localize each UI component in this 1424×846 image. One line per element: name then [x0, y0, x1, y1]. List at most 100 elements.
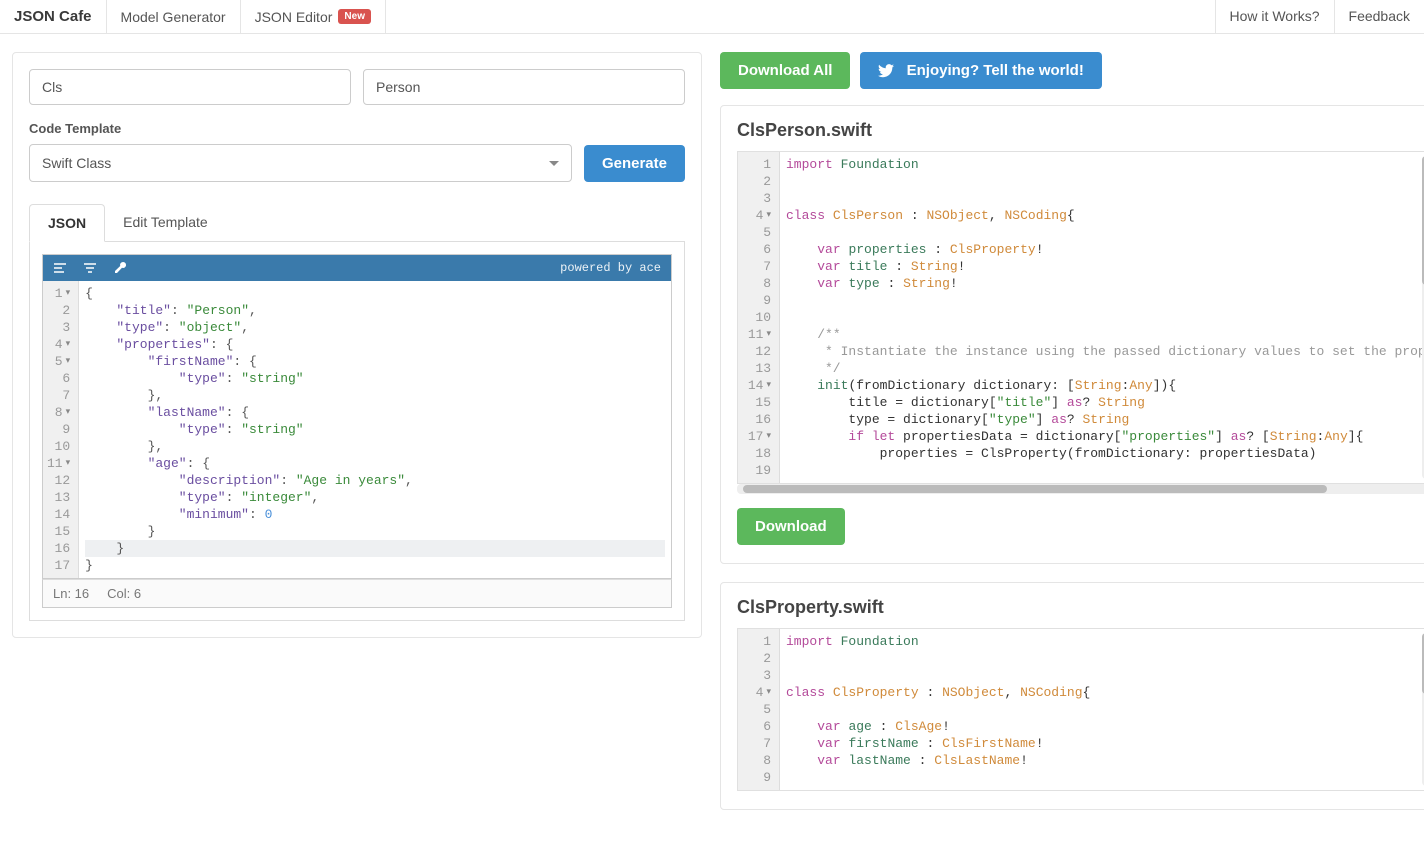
gutter-line: 8▾: [47, 404, 70, 421]
gutter-line: 9: [47, 421, 70, 438]
fold-icon[interactable]: ▾: [766, 326, 771, 343]
code-line: */: [786, 360, 1424, 377]
code-line: type = dictionary["type"] as? String: [786, 411, 1424, 428]
editor-toolbar: powered by ace: [43, 255, 671, 281]
code-line: init(fromDictionary dictionary: [String:…: [786, 377, 1424, 394]
code-line: class ClsProperty : NSObject, NSCoding{: [786, 684, 1424, 701]
sort-icon[interactable]: [83, 261, 97, 275]
gutter-line: 12: [47, 472, 70, 489]
code-line: title = dictionary["title"] as? String: [786, 394, 1424, 411]
gutter-line: 10: [742, 309, 771, 326]
tell-world-label: Enjoying? Tell the world!: [907, 62, 1084, 79]
code-line: var type : String!: [786, 275, 1424, 292]
download-all-button[interactable]: Download All: [720, 52, 850, 89]
code-line: var title : String!: [786, 258, 1424, 275]
twitter-icon: [878, 62, 898, 79]
gutter-line: 7: [47, 387, 70, 404]
config-card: Code Template Swift Class Generate JSON …: [12, 52, 702, 638]
code-line: }: [85, 523, 665, 540]
code-template-label: Code Template: [29, 121, 685, 136]
gutter-line: 16: [47, 540, 70, 557]
generate-button[interactable]: Generate: [584, 145, 685, 182]
code-line: "title": "Person",: [85, 302, 665, 319]
gutter-line: 4▾: [47, 336, 70, 353]
gutter-line: 8: [742, 752, 771, 769]
code-line: [786, 650, 1424, 667]
output-file-card: ClsPerson.swift 1234▾567891011▾121314▾15…: [720, 105, 1424, 564]
code-line: },: [85, 438, 665, 455]
fold-icon[interactable]: ▾: [66, 353, 71, 370]
fold-icon[interactable]: ▾: [766, 684, 771, 701]
gutter-line: 1▾: [47, 285, 70, 302]
json-editor[interactable]: 1▾234▾5▾678▾91011▾121314151617 { "title"…: [43, 281, 671, 578]
tab-json[interactable]: JSON: [29, 204, 105, 242]
fold-icon[interactable]: ▾: [766, 377, 771, 394]
new-badge: New: [338, 9, 371, 24]
brand-logo[interactable]: JSON Cafe: [0, 0, 107, 33]
code-line: import Foundation: [786, 156, 1424, 173]
code-line: "minimum": 0: [85, 506, 665, 523]
nav-how-it-works[interactable]: How it Works?: [1215, 0, 1334, 33]
tab-edit-template[interactable]: Edit Template: [105, 204, 226, 241]
gutter-line: 2: [742, 173, 771, 190]
code-line: "firstName": {: [85, 353, 665, 370]
fold-icon[interactable]: ▾: [66, 455, 71, 472]
gutter-line: 1: [742, 156, 771, 173]
gutter-line: 3: [742, 667, 771, 684]
code-line: [786, 173, 1424, 190]
code-line: /**: [786, 326, 1424, 343]
gutter-line: 7: [742, 258, 771, 275]
fold-icon[interactable]: ▾: [766, 207, 771, 224]
json-editor-panel: powered by ace 1▾234▾5▾678▾91011▾1213141…: [29, 242, 685, 621]
prefix-input[interactable]: [29, 69, 351, 105]
code-line: }: [85, 557, 665, 574]
gutter-line: 15: [742, 394, 771, 411]
code-line: {: [85, 285, 665, 302]
gutter-line: 14▾: [742, 377, 771, 394]
code-line: [786, 462, 1424, 479]
nav-json-editor-label: JSON Editor: [255, 9, 333, 25]
gutter-line: 2: [47, 302, 70, 319]
code-template-select[interactable]: Swift Class: [29, 144, 572, 182]
nav-model-generator[interactable]: Model Generator: [107, 0, 241, 33]
fold-icon[interactable]: ▾: [66, 285, 71, 302]
wrench-icon[interactable]: [113, 261, 127, 275]
gutter-line: 3: [47, 319, 70, 336]
fold-icon[interactable]: ▾: [766, 428, 771, 445]
code-line: },: [85, 387, 665, 404]
code-line: var firstName : ClsFirstName!: [786, 735, 1424, 752]
code-line: var lastName : ClsLastName!: [786, 752, 1424, 769]
gutter-line: 19: [742, 462, 771, 479]
gutter-line: 6: [47, 370, 70, 387]
code-line: var age : ClsAge!: [786, 718, 1424, 735]
gutter-line: 13: [47, 489, 70, 506]
code-template-value: Swift Class: [42, 155, 111, 171]
scrollbar-horizontal[interactable]: [737, 484, 1424, 494]
format-icon[interactable]: [53, 261, 67, 275]
fold-icon[interactable]: ▾: [66, 336, 71, 353]
nav-feedback[interactable]: Feedback: [1334, 0, 1424, 33]
gutter-line: 5: [742, 224, 771, 241]
file-title: ClsProperty.swift: [737, 597, 1424, 618]
code-line: import Foundation: [786, 633, 1424, 650]
gutter-line: 15: [47, 523, 70, 540]
gutter-line: 13: [742, 360, 771, 377]
gutter-line: 12: [742, 343, 771, 360]
status-line: Ln: 16: [53, 586, 89, 601]
fold-icon[interactable]: ▾: [66, 404, 71, 421]
code-line: [786, 224, 1424, 241]
code-line: "description": "Age in years",: [85, 472, 665, 489]
root-class-input[interactable]: [363, 69, 685, 105]
code-line: [786, 701, 1424, 718]
code-line: "properties": {: [85, 336, 665, 353]
tell-world-button[interactable]: Enjoying? Tell the world!: [860, 52, 1101, 89]
code-line: [786, 667, 1424, 684]
download-button[interactable]: Download: [737, 508, 845, 545]
gutter-line: 7: [742, 735, 771, 752]
gutter-line: 5: [742, 701, 771, 718]
file-code-viewer[interactable]: 1234▾56789 import Foundation class ClsPr…: [737, 628, 1424, 791]
code-line: class ClsPerson : NSObject, NSCoding{: [786, 207, 1424, 224]
nav-json-editor[interactable]: JSON Editor New: [241, 0, 386, 33]
editor-tabs: JSON Edit Template: [29, 204, 685, 242]
file-code-viewer[interactable]: 1234▾567891011▾121314▾151617▾1819 import…: [737, 151, 1424, 484]
